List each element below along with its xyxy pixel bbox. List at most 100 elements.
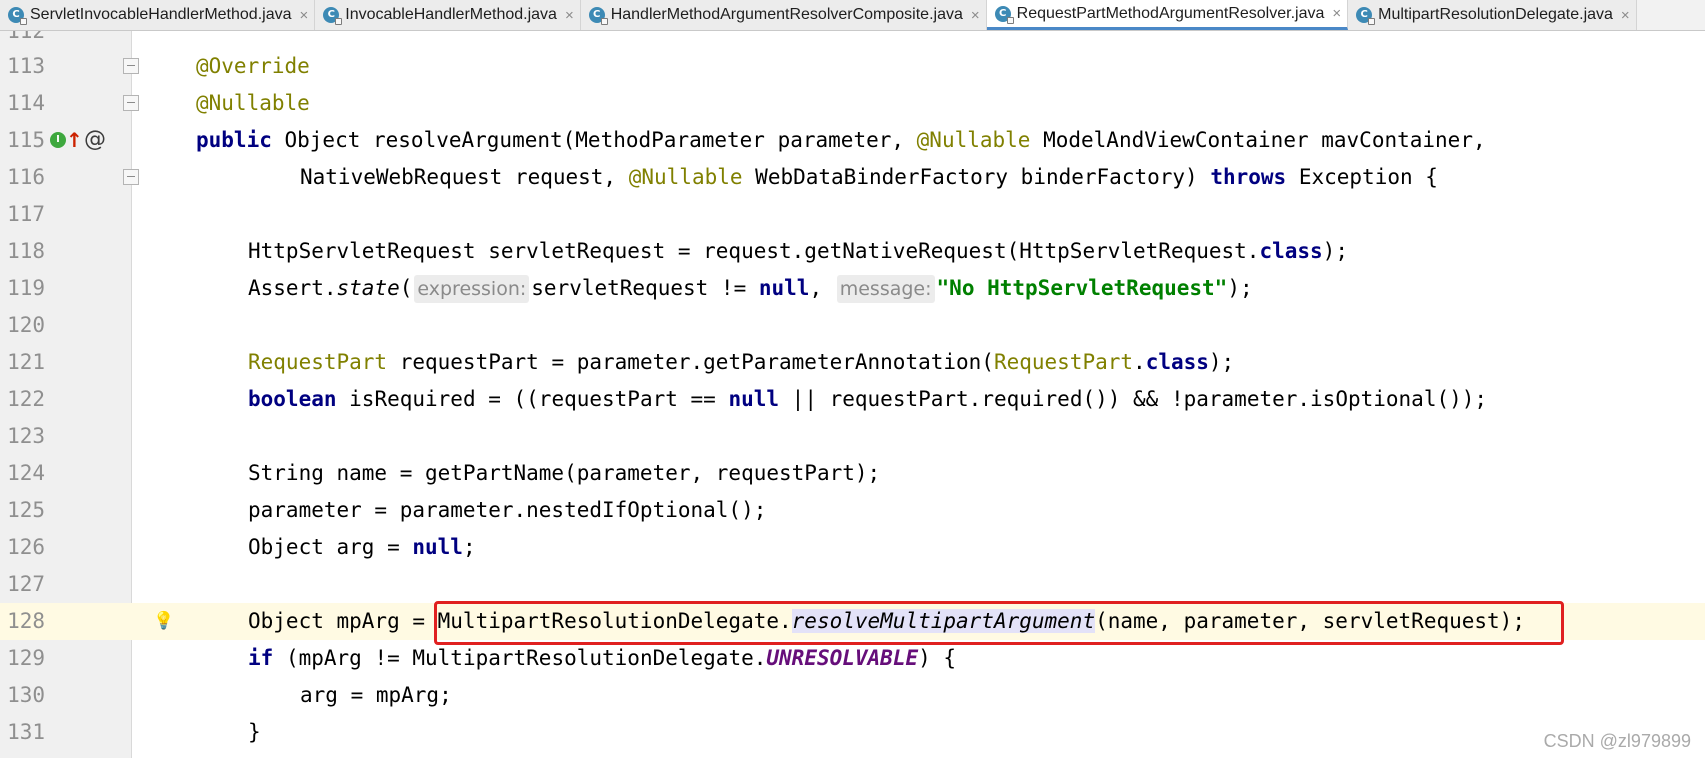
code-token: );	[1208, 350, 1235, 374]
tab-label: RequestPartMethodArgumentResolver.java	[1016, 4, 1325, 22]
keyword-token: null	[728, 387, 780, 411]
code-line-124[interactable]: 124 String name = getPartName(parameter,…	[0, 455, 1705, 492]
code-text: public Object resolveArgument(MethodPara…	[196, 122, 1486, 159]
fold-icon[interactable]	[123, 95, 139, 111]
java-class-icon: C	[994, 5, 1014, 24]
tab-servlet-invocable-handler-method[interactable]: C ServletInvocableHandlerMethod.java ×	[0, 0, 316, 30]
code-line-131[interactable]: 131 }	[0, 714, 1705, 751]
code-line-121[interactable]: 121 RequestPart requestPart = parameter.…	[0, 344, 1705, 381]
line-number: 115	[7, 128, 45, 152]
java-class-icon: C	[323, 7, 343, 25]
java-class-icon: C	[8, 7, 27, 25]
code-text: boolean isRequired = ((requestPart == nu…	[248, 381, 1487, 418]
fold-icon[interactable]	[123, 169, 139, 185]
code-token: arg = mpArg;	[300, 683, 452, 707]
code-line-122[interactable]: 122 boolean isRequired = ((requestPart =…	[0, 381, 1705, 418]
line-number: 118	[7, 239, 45, 263]
code-token: servletRequest !=	[531, 276, 759, 300]
tab-label: InvocableHandlerMethod.java	[345, 6, 557, 23]
intention-bulb-icon[interactable]: 💡	[153, 611, 174, 631]
code-text: String name = getPartName(parameter, req…	[248, 455, 880, 492]
close-icon[interactable]: ×	[565, 7, 574, 24]
code-text: Object arg = null;	[248, 529, 476, 566]
code-line-114[interactable]: 114 @Nullable	[0, 85, 1705, 122]
code-line-118[interactable]: 118 HttpServletRequest servletRequest = …	[0, 233, 1705, 270]
code-token: ) {	[918, 646, 957, 670]
code-token: Exception {	[1286, 165, 1438, 189]
arrow-up-icon[interactable]: ↑	[66, 130, 83, 150]
code-text: Object mpArg = MultipartResolutionDelega…	[248, 603, 1525, 640]
line-number: 125	[7, 498, 45, 522]
tab-request-part-method-argument-resolver[interactable]: C RequestPartMethodArgumentResolver.java…	[986, 0, 1349, 30]
code-token: );	[1227, 276, 1253, 300]
highlighted-method-token: resolveMultipartArgument	[791, 609, 1096, 633]
code-token: parameter = parameter.nestedIfOptional()…	[248, 498, 767, 522]
editor-tab-bar: C ServletInvocableHandlerMethod.java × C…	[0, 0, 1705, 31]
line-number: 121	[7, 350, 45, 374]
code-token: Object resolveArgument(MethodParameter p…	[271, 128, 917, 152]
code-text: arg = mpArg;	[300, 677, 452, 714]
code-line-119[interactable]: 119 Assert.state(expression: servletReque…	[0, 270, 1705, 307]
keyword-token: null	[758, 276, 810, 300]
code-text: Assert.state(expression: servletRequest !…	[248, 270, 1253, 307]
code-text: parameter = parameter.nestedIfOptional()…	[248, 492, 766, 529]
code-token: );	[1322, 239, 1348, 263]
code-token: .	[1133, 350, 1146, 374]
line-number: 120	[7, 313, 45, 337]
code-token: isRequired = ((requestPart ==	[336, 387, 729, 411]
implements-method-icon[interactable]: I	[50, 132, 66, 148]
close-icon[interactable]: ×	[1332, 5, 1341, 22]
code-token: || requestPart.required()) && !parameter…	[779, 387, 1488, 411]
line-number: 119	[7, 276, 45, 300]
line-number: 126	[7, 535, 45, 559]
code-line-113[interactable]: 113 @Override	[0, 48, 1705, 85]
close-icon[interactable]: ×	[1621, 7, 1630, 24]
code-line-129[interactable]: 129 if (mpArg != MultipartResolutionDele…	[0, 640, 1705, 677]
code-text: HttpServletRequest servletRequest = requ…	[248, 233, 1348, 270]
close-icon[interactable]: ×	[299, 7, 308, 24]
code-line-125[interactable]: 125 parameter = parameter.nestedIfOption…	[0, 492, 1705, 529]
code-token: String name = getPartName(parameter, req…	[248, 461, 881, 485]
fold-icon[interactable]	[123, 58, 139, 74]
code-text: if (mpArg != MultipartResolutionDelegate…	[248, 640, 956, 677]
code-token: ;	[462, 535, 476, 559]
keyword-token: throws	[1210, 165, 1287, 189]
line-number: 117	[7, 202, 45, 226]
line-number: 122	[7, 387, 45, 411]
keyword-token: if	[248, 646, 274, 670]
tab-label: HandlerMethodArgumentResolverComposite.j…	[610, 6, 963, 23]
code-token: (mpArg != MultipartResolutionDelegate.	[273, 646, 767, 670]
code-token: (	[399, 276, 413, 300]
annotation-token: @Nullable	[916, 128, 1031, 152]
code-line-117[interactable]: 117	[0, 196, 1705, 233]
tab-invocable-handler-method[interactable]: C InvocableHandlerMethod.java ×	[315, 0, 581, 30]
code-line-128[interactable]: 128 💡 Object mpArg = MultipartResolution…	[0, 603, 1705, 640]
annotation-at-icon[interactable]: @	[84, 129, 106, 151]
code-line-120[interactable]: 120	[0, 307, 1705, 344]
code-line-123[interactable]: 123	[0, 418, 1705, 455]
java-class-icon: C	[1356, 7, 1376, 25]
tab-handler-method-argument-resolver-composite[interactable]: C HandlerMethodArgumentResolverComposite…	[580, 0, 987, 30]
close-icon[interactable]: ×	[971, 7, 980, 24]
line-number: 128	[7, 609, 45, 633]
keyword-token: boolean	[248, 387, 337, 411]
code-text: }	[248, 714, 261, 751]
code-line-127[interactable]: 127	[0, 566, 1705, 603]
code-line-116[interactable]: 116 NativeWebRequest request, @Nullable …	[0, 159, 1705, 196]
line-number: 114	[7, 91, 45, 115]
line-number: 129	[7, 646, 45, 670]
parameter-hint: expression:	[414, 275, 530, 303]
code-line-126[interactable]: 126 Object arg = null;	[0, 529, 1705, 566]
line-number: 124	[7, 461, 45, 485]
line-number: 130	[7, 683, 45, 707]
code-editor[interactable]: 112 113 @Override 114 @Nullable 115 I ↑ …	[0, 31, 1705, 758]
code-token: WebDataBinderFactory binderFactory)	[742, 165, 1211, 189]
code-token: }	[248, 720, 261, 744]
code-text: @Override	[196, 48, 310, 85]
tab-multipart-resolution-delegate[interactable]: C MultipartResolutionDelegate.java ×	[1348, 0, 1637, 30]
code-token: (name, parameter, servletRequest);	[1095, 609, 1525, 633]
static-method-token: state	[336, 276, 400, 300]
code-line-130[interactable]: 130 arg = mpArg;	[0, 677, 1705, 714]
keyword-token: class	[1145, 350, 1209, 374]
code-line-115[interactable]: 115 I ↑ @ public Object resolveArgument(…	[0, 122, 1705, 159]
